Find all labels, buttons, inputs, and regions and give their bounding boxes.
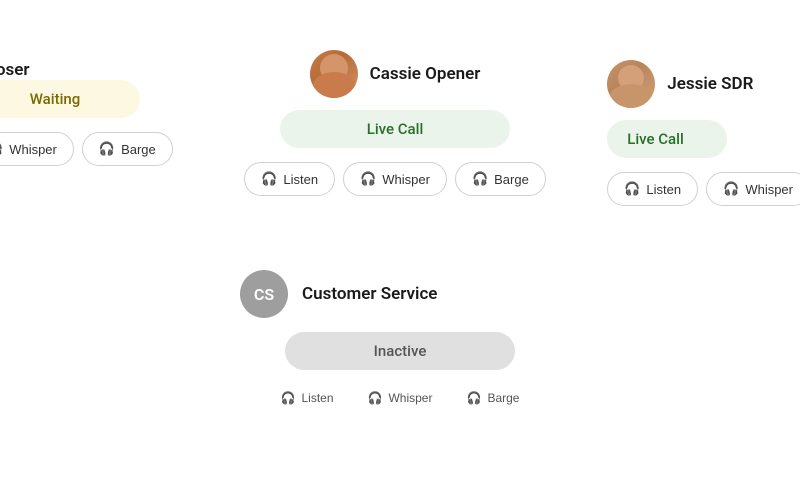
cs-whisper-button[interactable]: 🎧 Whisper <box>355 384 446 412</box>
left-barge-button[interactable]: 🎧 Barge <box>82 132 173 166</box>
cs-header: CS Customer Service <box>230 270 437 318</box>
jessie-action-buttons: 🎧 Listen 🎧 Whisper <box>607 172 800 206</box>
headphone-icon-cs-listen: 🎧 <box>281 391 296 405</box>
cs-listen-button[interactable]: 🎧 Listen <box>268 384 347 412</box>
headphone-icon-left-barge: 🎧 <box>99 141 115 157</box>
cassie-name: Cassie Opener <box>370 64 481 84</box>
cassie-listen-button[interactable]: 🎧 Listen <box>244 162 335 196</box>
cs-action-buttons: 🎧 Listen 🎧 Whisper 🎧 Barge <box>268 384 533 412</box>
cassie-action-buttons: 🎧 Listen 🎧 Whisper 🎧 Barge <box>244 162 546 196</box>
headphone-icon-cassie-listen: 🎧 <box>261 171 277 187</box>
headphone-icon-cs-barge: 🎧 <box>466 391 481 405</box>
jessie-header: Jessie SDR <box>607 60 753 108</box>
jessie-listen-button[interactable]: 🎧 Listen <box>607 172 698 206</box>
left-status-badge: Waiting <box>0 80 140 118</box>
cassie-header: Cassie Opener <box>310 50 481 98</box>
cs-avatar: CS <box>240 270 288 318</box>
cs-status-badge: Inactive <box>285 332 515 370</box>
left-agent-card: r Closer Waiting 🎧 Whisper 🎧 Barge <box>0 50 183 176</box>
jessie-status-badge: Live Call <box>607 120 727 158</box>
cs-barge-button[interactable]: 🎧 Barge <box>453 384 532 412</box>
jessie-whisper-button[interactable]: 🎧 Whisper <box>706 172 800 206</box>
jessie-card: Jessie SDR Live Call 🎧 Listen 🎧 Whisper <box>597 50 800 216</box>
cassie-barge-button[interactable]: 🎧 Barge <box>455 162 546 196</box>
cassie-card: Cassie Opener Live Call 🎧 Listen 🎧 Whisp… <box>240 50 550 196</box>
cs-name: Customer Service <box>302 284 437 304</box>
jessie-avatar <box>607 60 655 108</box>
headphone-icon-cassie-whisper: 🎧 <box>360 171 376 187</box>
cassie-avatar <box>310 50 358 98</box>
jessie-name: Jessie SDR <box>667 74 753 94</box>
headphone-icon-left-whisper: 🎧 <box>0 141 3 157</box>
customer-service-card: CS Customer Service Inactive 🎧 Listen 🎧 … <box>230 270 570 412</box>
cassie-whisper-button[interactable]: 🎧 Whisper <box>343 162 447 196</box>
left-action-buttons: 🎧 Whisper 🎧 Barge <box>0 132 173 166</box>
headphone-icon-jessie-listen: 🎧 <box>624 181 640 197</box>
page-wrapper: r Closer Waiting 🎧 Whisper 🎧 Barge Cassi… <box>0 0 800 500</box>
left-whisper-button[interactable]: 🎧 Whisper <box>0 132 74 166</box>
headphone-icon-cs-whisper: 🎧 <box>368 391 383 405</box>
headphone-icon-cassie-barge: 🎧 <box>472 171 488 187</box>
cassie-status-badge: Live Call <box>280 110 510 148</box>
left-agent-name: r Closer <box>0 60 30 80</box>
headphone-icon-jessie-whisper: 🎧 <box>723 181 739 197</box>
